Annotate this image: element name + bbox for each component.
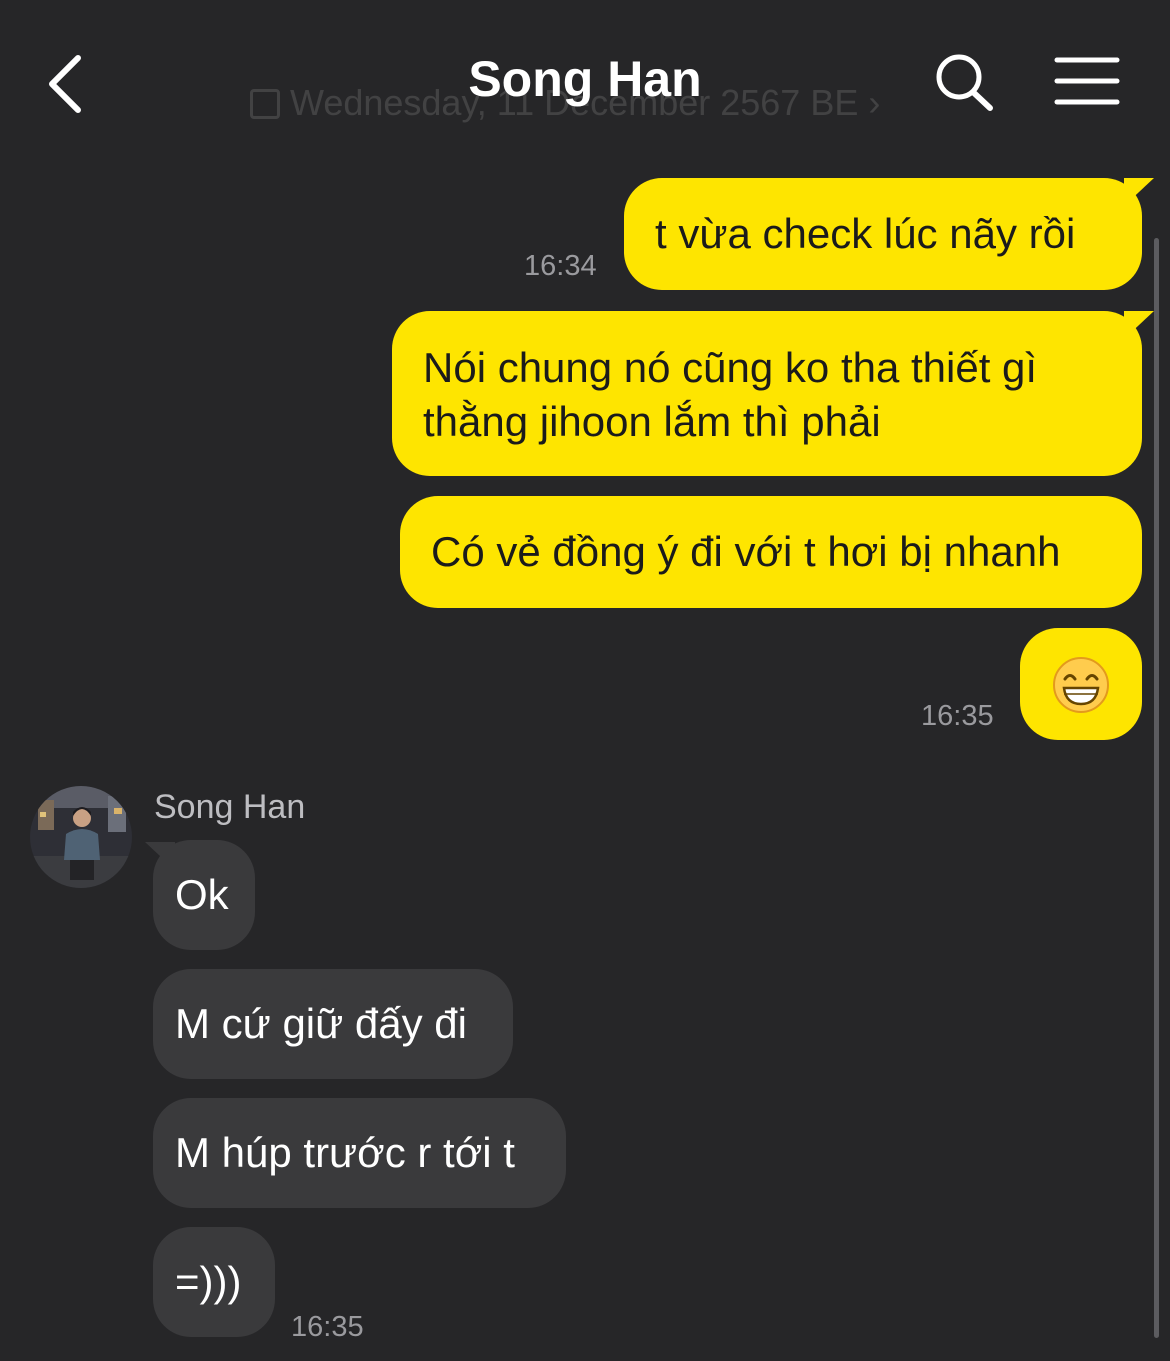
message-time: 16:34 <box>524 250 597 282</box>
search-icon <box>936 54 993 111</box>
menu-button[interactable] <box>1050 52 1124 112</box>
incoming-message[interactable]: =))) <box>153 1227 275 1337</box>
message-text: M cứ giữ đấy đi <box>175 1000 467 1047</box>
profile-photo-icon <box>30 786 132 888</box>
message-text: Ok <box>175 871 229 918</box>
outgoing-message[interactable]: t vừa check lúc nãy rồi <box>624 178 1142 290</box>
outgoing-message[interactable] <box>1020 628 1142 740</box>
date-label: Wednesday, 11 December 2567 BE <box>290 82 859 123</box>
message-time: 16:35 <box>291 1311 364 1343</box>
outgoing-message[interactable]: Có vẻ đồng ý đi với t hơi bị nhanh <box>400 496 1142 608</box>
chevron-left-icon <box>49 55 81 113</box>
message-text: Nói chung nó cũng ko tha thiết gì thằng … <box>423 344 1038 445</box>
message-text: t vừa check lúc nãy rồi <box>655 210 1076 257</box>
incoming-message[interactable]: M cứ giữ đấy đi <box>153 969 513 1079</box>
calendar-icon <box>250 89 280 119</box>
grinning-face-emoji-icon <box>1053 657 1109 713</box>
outgoing-message[interactable]: Nói chung nó cũng ko tha thiết gì thằng … <box>392 311 1142 476</box>
date-divider-faded: Wednesday, 11 December 2567 BE › <box>250 82 880 124</box>
message-time: 16:35 <box>921 700 994 732</box>
hamburger-menu-icon <box>1054 57 1120 105</box>
message-text: =))) <box>175 1258 242 1305</box>
message-text: Có vẻ đồng ý đi với t hơi bị nhanh <box>431 528 1061 575</box>
sender-name: Song Han <box>154 788 306 826</box>
avatar[interactable] <box>30 786 132 888</box>
message-text: M húp trước r tới t <box>175 1129 515 1176</box>
chat-header: Wednesday, 11 December 2567 BE › Song Ha… <box>0 0 1170 165</box>
incoming-message[interactable]: Ok <box>153 840 255 950</box>
search-button[interactable] <box>932 50 998 116</box>
incoming-message[interactable]: M húp trước r tới t <box>153 1098 566 1208</box>
scrollbar[interactable] <box>1154 238 1159 1338</box>
back-button[interactable] <box>40 50 96 118</box>
